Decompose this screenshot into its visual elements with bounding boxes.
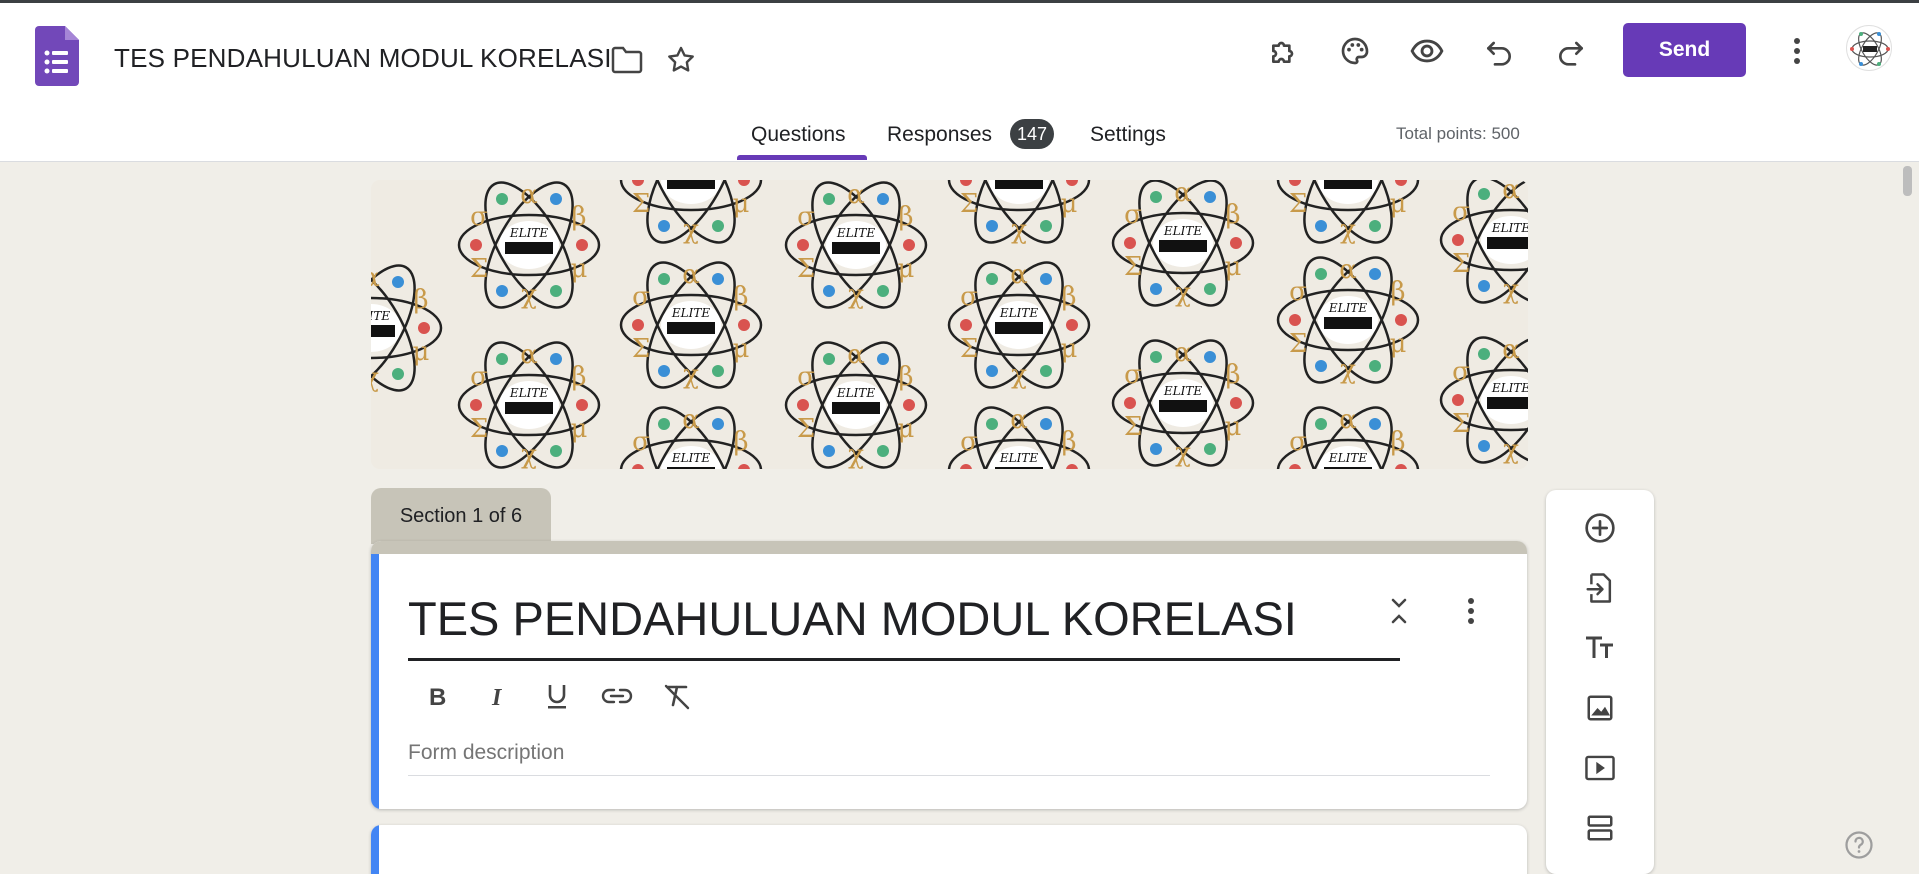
tab-settings[interactable]: Settings [1090,123,1166,147]
add-question-icon[interactable] [1580,508,1620,548]
svg-text:I: I [491,685,503,709]
card-top-accent [371,541,1527,554]
form-title-input[interactable]: TES PENDAHULUAN MODUL KORELASI [408,591,1400,661]
clear-formatting-icon[interactable] [655,674,699,718]
underline-button[interactable] [535,674,579,718]
add-video-icon[interactable] [1580,748,1620,788]
avatar[interactable] [1846,25,1892,71]
help-icon[interactable] [1843,829,1875,861]
scrollbar-thumb[interactable] [1903,166,1912,196]
total-points: Total points: 500 [1396,124,1520,143]
send-button[interactable]: Send [1623,23,1746,77]
section-label: Section 1 of 6 [371,488,551,544]
undo-icon[interactable] [1480,32,1518,70]
card-more-vert-icon[interactable] [1451,591,1491,631]
form-description-input[interactable]: Form description [408,741,1490,776]
collapse-icon[interactable] [1379,591,1419,631]
header-image: ELITE α β μ χ Σ σ [371,180,1528,469]
star-icon[interactable] [664,43,698,77]
import-questions-icon[interactable] [1580,568,1620,608]
document-title[interactable]: TES PENDAHULUAN MODUL KORELASI [114,43,612,74]
link-icon[interactable] [595,674,639,718]
folder-icon[interactable] [610,43,644,77]
form-header-card[interactable]: TES PENDAHULUAN MODUL KORELASI B I Form … [371,541,1527,809]
question-card[interactable] [371,825,1527,874]
italic-button[interactable]: I [475,674,519,718]
side-toolbar [1546,490,1654,874]
addons-icon[interactable] [1265,32,1303,70]
forms-logo-icon[interactable] [35,26,79,86]
svg-text:B: B [429,684,446,709]
tab-responses[interactable]: Responses [887,123,992,147]
bold-button[interactable]: B [415,674,459,718]
add-title-icon[interactable] [1580,628,1620,668]
preview-icon[interactable] [1408,32,1446,70]
redo-icon[interactable] [1552,32,1590,70]
add-section-icon[interactable] [1580,808,1620,848]
card-left-accent [371,554,379,809]
more-vert-icon[interactable] [1778,32,1816,70]
tab-questions[interactable]: Questions [751,123,846,147]
question-card-accent [371,825,379,874]
responses-count-badge: 147 [1010,119,1054,149]
add-image-icon[interactable] [1580,688,1620,728]
active-tab-indicator [737,155,867,160]
palette-icon[interactable] [1336,32,1374,70]
